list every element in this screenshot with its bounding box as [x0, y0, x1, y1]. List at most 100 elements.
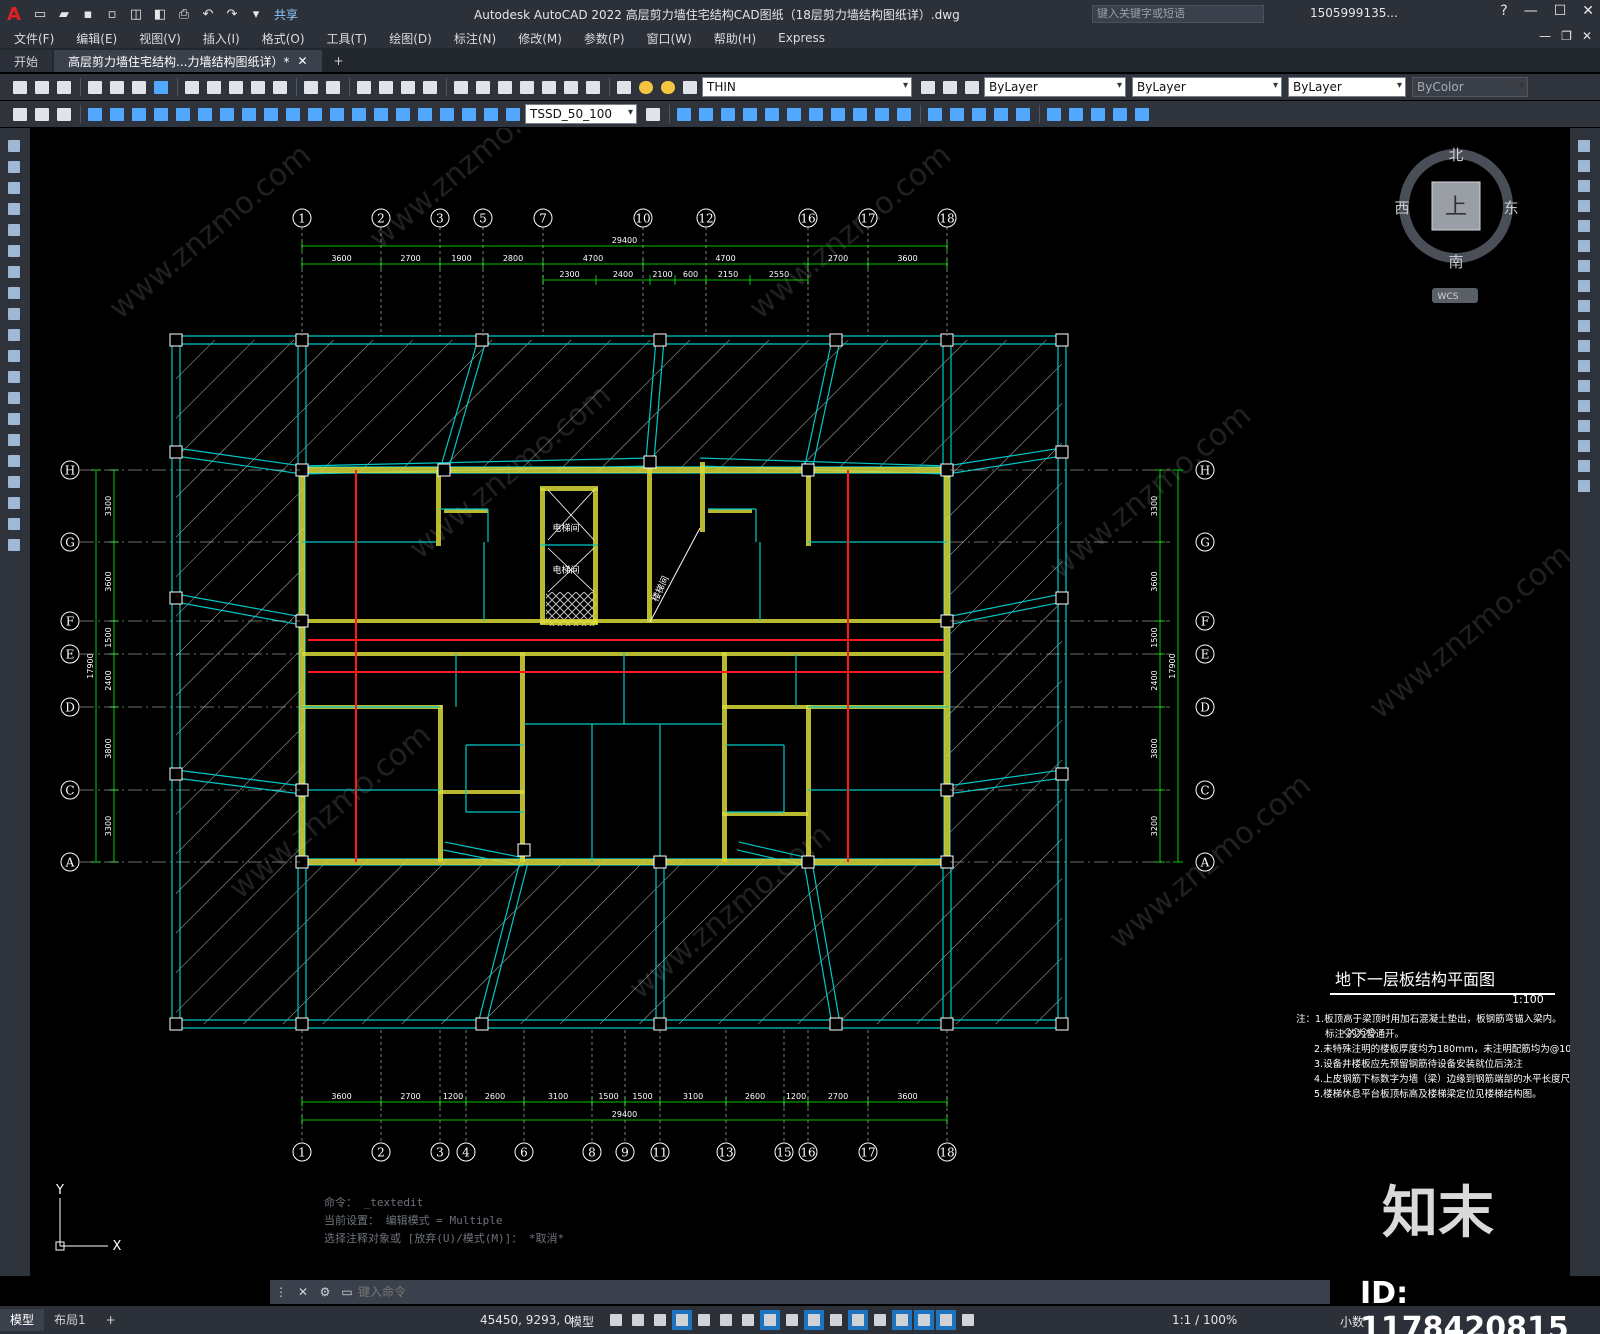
- trim-icon[interactable]: [1574, 316, 1594, 336]
- drawing-svg[interactable]: www.znzmo.com www.znzmo.com www.znzmo.com w…: [30, 128, 1570, 1276]
- insert-block-icon[interactable]: [4, 367, 24, 387]
- join-icon[interactable]: [1574, 396, 1594, 416]
- aligned-dim-icon[interactable]: [107, 104, 127, 124]
- mtext-icon[interactable]: [4, 514, 24, 534]
- help-icon[interactable]: [583, 77, 603, 97]
- inspection-icon[interactable]: [415, 104, 435, 124]
- layer-previous-icon[interactable]: [940, 77, 960, 97]
- baseline-dim-icon[interactable]: [283, 104, 303, 124]
- compass-east[interactable]: 东: [1503, 199, 1518, 217]
- object-snap-tracking-icon[interactable]: [738, 1310, 758, 1330]
- snap-icon[interactable]: [628, 1310, 648, 1330]
- modify-erase-icon[interactable]: [674, 104, 694, 124]
- menu-help[interactable]: 帮助(H): [714, 30, 756, 47]
- doc-restore-button[interactable]: ❐: [1561, 29, 1572, 43]
- compass-south[interactable]: 南: [1448, 253, 1463, 271]
- dim-space-icon[interactable]: [327, 104, 347, 124]
- modify-array-icon[interactable]: [762, 104, 782, 124]
- modify-fillet-icon[interactable]: [991, 104, 1011, 124]
- transparency-icon[interactable]: [804, 1310, 824, 1330]
- model-space-toggle[interactable]: 模型: [570, 1313, 594, 1330]
- redo-icon[interactable]: [323, 77, 343, 97]
- save-icon[interactable]: [54, 77, 74, 97]
- cut-icon[interactable]: [182, 77, 202, 97]
- make-current-layer-icon[interactable]: [918, 77, 938, 97]
- ordinate-dim-icon[interactable]: [151, 104, 171, 124]
- dim-break-icon[interactable]: [349, 104, 369, 124]
- save-icon[interactable]: ▪: [78, 4, 98, 24]
- menu-tools[interactable]: 工具(T): [327, 30, 368, 47]
- modify-move-icon[interactable]: [784, 104, 804, 124]
- extend-icon[interactable]: [1574, 336, 1594, 356]
- copy-object-icon[interactable]: [1574, 156, 1594, 176]
- open-icon[interactable]: [32, 77, 52, 97]
- gizmo-icon[interactable]: [914, 1310, 934, 1330]
- zoom-realtime-icon[interactable]: [376, 77, 396, 97]
- layout-tab-layout1[interactable]: 布局1: [44, 1309, 96, 1331]
- close-command-icon[interactable]: ✕: [292, 1285, 314, 1299]
- fillet-icon[interactable]: [1574, 436, 1594, 456]
- layer-dropdown[interactable]: THIN ▾: [702, 77, 912, 97]
- menu-express[interactable]: Express: [778, 31, 825, 45]
- spline-icon[interactable]: [4, 304, 24, 324]
- search-input[interactable]: 键入关键字或短语: [1092, 5, 1264, 23]
- tool-palettes-icon[interactable]: [495, 77, 515, 97]
- linear-dim-icon[interactable]: [85, 104, 105, 124]
- modify-extend-icon[interactable]: [894, 104, 914, 124]
- layer-thaw-sun-icon[interactable]: [658, 77, 678, 97]
- annotation-visibility-icon[interactable]: [936, 1310, 956, 1330]
- layout-tab-model[interactable]: 模型: [0, 1309, 45, 1331]
- menu-parametric[interactable]: 参数(P): [584, 30, 625, 47]
- compass-north[interactable]: 北: [1448, 146, 1463, 164]
- gradient-icon[interactable]: [4, 451, 24, 471]
- adjust-icon[interactable]: [1132, 104, 1152, 124]
- menu-format[interactable]: 格式(O): [262, 30, 305, 47]
- properties-icon[interactable]: [451, 77, 471, 97]
- menu-file[interactable]: 文件(F): [14, 30, 54, 47]
- modify-chamfer-icon[interactable]: [969, 104, 989, 124]
- menu-view[interactable]: 视图(V): [139, 30, 181, 47]
- point-icon[interactable]: [4, 409, 24, 429]
- plot-icon[interactable]: [85, 77, 105, 97]
- close-button[interactable]: ✕: [1582, 3, 1594, 19]
- chamfer-icon[interactable]: [1574, 416, 1594, 436]
- center-mark-icon[interactable]: [393, 104, 413, 124]
- menu-edit[interactable]: 编辑(E): [76, 30, 117, 47]
- grid-icon[interactable]: [606, 1310, 626, 1330]
- customize-qa-icon[interactable]: ▾: [246, 4, 266, 24]
- annotation-scale[interactable]: 1:1 / 100%: [1172, 1313, 1237, 1327]
- zoom-window-icon[interactable]: [398, 77, 418, 97]
- rotate-icon[interactable]: [1574, 256, 1594, 276]
- clip-icon[interactable]: [1110, 104, 1130, 124]
- mirror-icon[interactable]: [1574, 176, 1594, 196]
- layer-match-icon[interactable]: [54, 104, 74, 124]
- compass-west[interactable]: 西: [1394, 199, 1409, 217]
- save-as-icon[interactable]: ▫: [102, 4, 122, 24]
- dim-text-edit-icon[interactable]: [481, 104, 501, 124]
- isodraft-icon[interactable]: [716, 1310, 736, 1330]
- layer-iso-icon[interactable]: [32, 104, 52, 124]
- 3d-dwf-icon[interactable]: [151, 77, 171, 97]
- attach-icon[interactable]: [1088, 104, 1108, 124]
- new-layout-button[interactable]: +: [96, 1309, 126, 1331]
- line-icon[interactable]: [4, 136, 24, 156]
- polygon-icon[interactable]: [4, 199, 24, 219]
- undo-icon[interactable]: ↶: [198, 4, 218, 24]
- help-icon[interactable]: ?: [1500, 3, 1507, 19]
- selection-cycling-icon[interactable]: [826, 1310, 846, 1330]
- redo-icon[interactable]: ↷: [222, 4, 242, 24]
- layer-states-icon[interactable]: [962, 77, 982, 97]
- menu-draw[interactable]: 绘图(D): [389, 30, 432, 47]
- insert-block-icon[interactable]: [1044, 104, 1064, 124]
- new-file-icon[interactable]: ▭: [30, 4, 50, 24]
- continue-dim-icon[interactable]: [305, 104, 325, 124]
- maximize-button[interactable]: ☐: [1554, 3, 1567, 19]
- modify-stretch-icon[interactable]: [850, 104, 870, 124]
- modify-trim-icon[interactable]: [872, 104, 892, 124]
- modify-break-icon[interactable]: [925, 104, 945, 124]
- array-icon[interactable]: [1574, 216, 1594, 236]
- move-icon[interactable]: [1574, 236, 1594, 256]
- modify-explode-icon[interactable]: [1013, 104, 1033, 124]
- doc-minimize-button[interactable]: —: [1539, 29, 1551, 43]
- layer-walk-icon[interactable]: [10, 104, 30, 124]
